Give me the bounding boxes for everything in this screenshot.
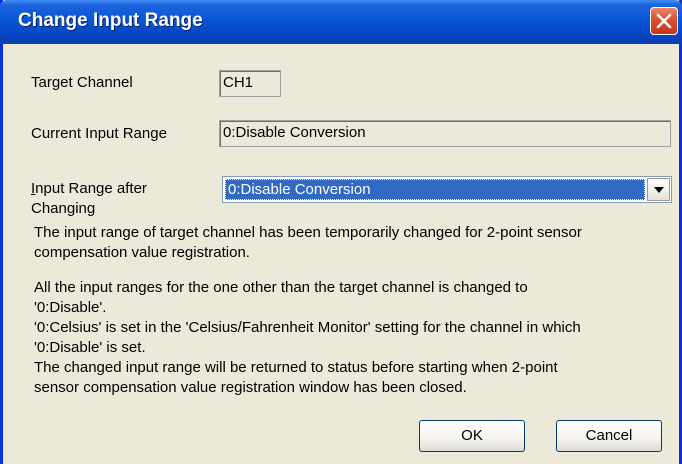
ok-button[interactable]: OK	[419, 420, 525, 452]
input-range-after-label-line1: nput Range after	[35, 180, 147, 197]
input-range-after-selected-value[interactable]: 0:Disable Conversion	[225, 179, 645, 200]
close-button[interactable]	[650, 7, 678, 35]
chevron-down-icon	[654, 187, 664, 193]
input-range-after-label-line2: Changing	[31, 200, 96, 217]
current-input-range-label: Current Input Range	[31, 125, 167, 142]
dropdown-button[interactable]	[647, 178, 670, 201]
current-input-range-field: 0:Disable Conversion	[219, 120, 671, 147]
target-channel-field: CH1	[219, 70, 281, 97]
input-range-after-select[interactable]: 0:Disable Conversion	[222, 176, 672, 203]
input-range-after-label: Input Range after Changing	[31, 179, 147, 219]
temporary-change-message: The input range of target channel has be…	[34, 224, 582, 261]
window-title: Change Input Range	[18, 10, 203, 31]
close-icon	[656, 13, 672, 29]
details-message: All the input ranges for the one other t…	[34, 279, 581, 396]
cancel-button[interactable]: Cancel	[556, 420, 662, 452]
title-bar[interactable]: Change Input Range	[0, 0, 682, 44]
dialog-window: Change Input Range Target Channel CH1 Cu…	[0, 0, 682, 464]
target-channel-label: Target Channel	[31, 74, 133, 91]
